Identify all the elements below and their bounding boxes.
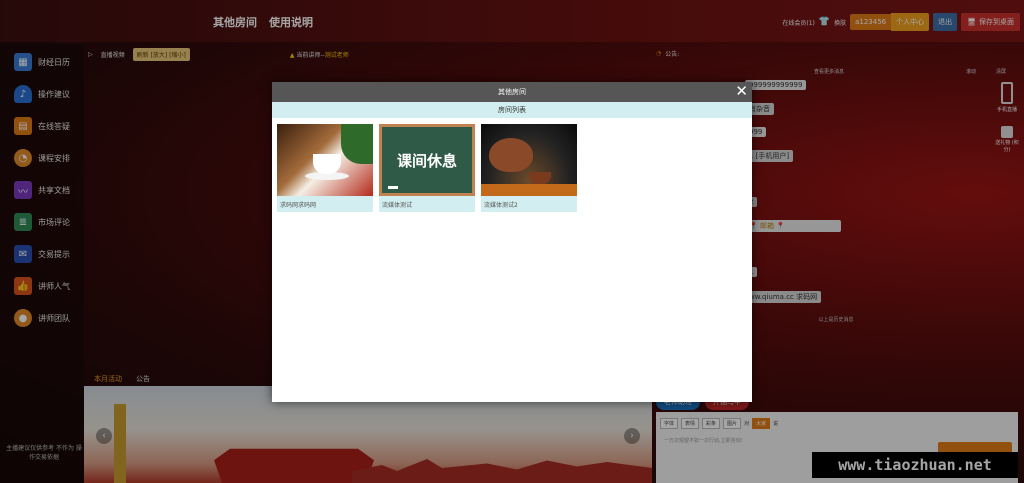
dialog-title: 其他房间 [498, 88, 526, 96]
room-thumbnail-teapot [481, 124, 577, 196]
other-rooms-dialog: 其他房间 ✕ 房间列表 求码网求码网 课间休息 流媒体测试 流媒体测试2 [272, 82, 752, 402]
dialog-title-bar: 其他房间 ✕ [272, 82, 752, 102]
room-card[interactable]: 课间休息 流媒体测试 [379, 124, 475, 212]
blackboard-text: 课间休息 [396, 151, 457, 170]
room-card[interactable]: 求码网求码网 [277, 124, 373, 212]
room-thumbnail-blackboard: 课间休息 [379, 124, 475, 196]
room-thumbnail-coffee [277, 124, 373, 196]
room-name: 流媒体测试2 [481, 196, 577, 212]
room-list: 求码网求码网 课间休息 流媒体测试 流媒体测试2 [272, 118, 752, 218]
room-name: 流媒体测试 [379, 196, 475, 212]
room-card[interactable]: 流媒体测试2 [481, 124, 577, 212]
room-name: 求码网求码网 [277, 196, 373, 212]
room-list-header: 房间列表 [272, 102, 752, 118]
close-icon[interactable]: ✕ [735, 83, 748, 100]
